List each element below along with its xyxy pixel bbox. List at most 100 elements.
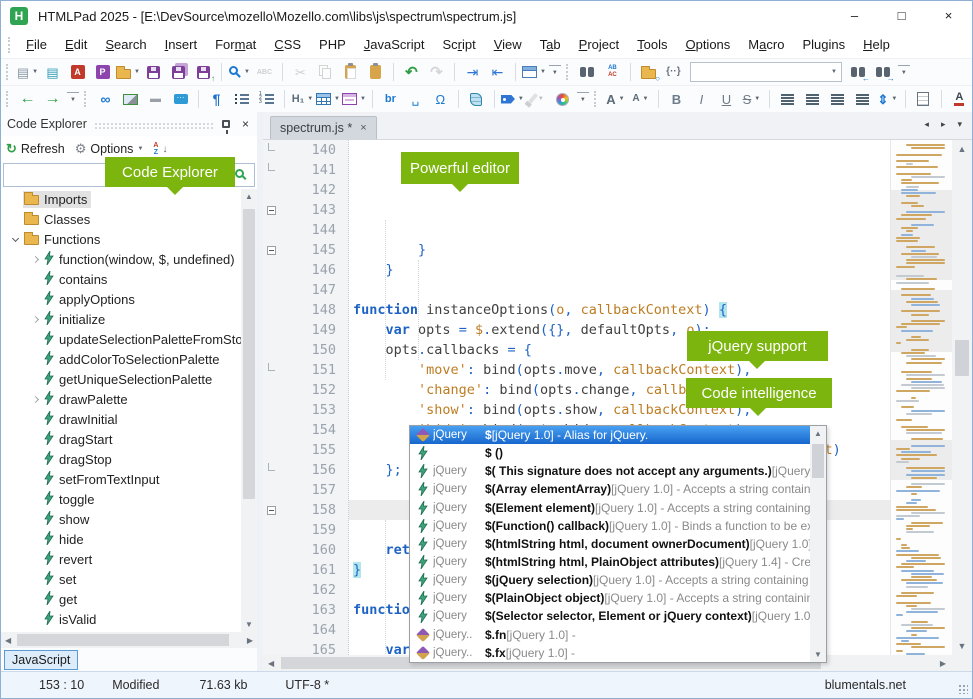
javascript-panel-tab[interactable]: JavaScript	[4, 650, 78, 670]
tree-item[interactable]: addColorToSelectionPalette	[1, 349, 241, 369]
toolbar-grip[interactable]	[6, 64, 11, 80]
tree-item[interactable]: set	[1, 569, 241, 589]
dropdown-arrow-icon[interactable]: ▼	[32, 69, 38, 75]
tree-item[interactable]: getUniqueSelectionPalette	[1, 369, 241, 389]
scroll-thumb[interactable]	[955, 340, 969, 376]
refresh-icon[interactable]: ↻	[6, 141, 17, 157]
navigate-back-button[interactable]: ←	[16, 88, 39, 110]
autocomplete-item[interactable]: jQuery..$.fx [jQuery 1.0] -	[410, 644, 810, 662]
dropdown-arrow-icon[interactable]: ▼	[244, 69, 250, 75]
menu-script[interactable]: Script	[433, 33, 484, 56]
code-snippets-button[interactable]: {··}	[662, 61, 685, 83]
new-web-document-button[interactable]: ▤	[41, 61, 64, 83]
tree-expander-icon[interactable]	[27, 317, 43, 322]
tree-item[interactable]: setFromTextInput	[1, 469, 241, 489]
heading-button[interactable]: H₁▼	[291, 88, 314, 110]
tree-item[interactable]: show	[1, 509, 241, 529]
tab-close-icon[interactable]: ×	[360, 122, 366, 134]
tree-item[interactable]: toggle	[1, 489, 241, 509]
toolbar-overflow-button[interactable]: ▼	[898, 65, 910, 79]
brand-link[interactable]: blumentals.net	[825, 678, 906, 692]
save-all-button[interactable]	[167, 61, 190, 83]
autocomplete-item[interactable]: jQuery$(Function() callback) [jQuery 1.0…	[410, 517, 810, 535]
refresh-button[interactable]: Refresh	[21, 142, 65, 156]
menu-edit[interactable]: Edit	[56, 33, 96, 56]
sort-az-icon[interactable]: AZ	[153, 142, 158, 156]
insert-hyperlink-button[interactable]: ∞	[94, 88, 117, 110]
open-file-button[interactable]: ▼	[116, 61, 140, 83]
menu-tab[interactable]: Tab	[531, 33, 570, 56]
editor-vertical-scrollbar[interactable]: ▲ ▼	[952, 140, 972, 655]
increase-indent-button[interactable]: ⇥	[461, 61, 484, 83]
underline-button[interactable]: U	[715, 88, 738, 110]
tree-item[interactable]: updateSelectionPaletteFromStorag	[1, 329, 241, 349]
replace-button[interactable]	[601, 61, 624, 83]
tree-item[interactable]: get	[1, 589, 241, 609]
spell-check-button[interactable]: ABC	[253, 61, 276, 83]
insert-horizontal-rule-button[interactable]: ▬	[144, 88, 167, 110]
fold-toggle-icon[interactable]	[263, 206, 279, 215]
panels-layout-button[interactable]: ▼	[522, 61, 546, 83]
scroll-up-arrow[interactable]: ▲	[241, 192, 257, 201]
autocomplete-item[interactable]: $ ()	[410, 444, 810, 462]
scroll-left-arrow[interactable]: ◀	[5, 636, 11, 645]
menu-css[interactable]: CSS	[265, 33, 310, 56]
align-left-button[interactable]	[776, 88, 799, 110]
cut-button[interactable]: ✂	[289, 61, 312, 83]
tree-item[interactable]: Functions	[1, 229, 241, 249]
tree-expander-icon[interactable]	[27, 397, 43, 402]
autocomplete-scrollbar[interactable]: ▲ ▼	[810, 426, 826, 662]
line-spacing-button[interactable]: ⇕▼	[876, 88, 899, 110]
numbered-list-button[interactable]	[255, 88, 278, 110]
autocomplete-item[interactable]: jQuery$( This signature does not accept …	[410, 462, 810, 480]
non-breaking-space-button[interactable]: ␣	[404, 88, 427, 110]
toolbar-overflow-button[interactable]: ▼	[67, 92, 79, 106]
tree-item[interactable]: drawInitial	[1, 409, 241, 429]
insert-form-button[interactable]: ▼	[342, 88, 366, 110]
dropdown-arrow-icon[interactable]: ▼	[307, 96, 313, 102]
menu-view[interactable]: View	[485, 33, 531, 56]
paste-as-text-button[interactable]	[364, 61, 387, 83]
panel-drag-texture[interactable]	[94, 122, 215, 129]
undo-button[interactable]: ↶	[400, 61, 423, 83]
tree-item[interactable]: Imports	[1, 189, 241, 209]
toolbar-grip[interactable]	[6, 91, 11, 107]
dropdown-arrow-icon[interactable]: ▼	[360, 96, 366, 102]
scroll-up-arrow[interactable]: ▲	[810, 429, 826, 438]
fold-toggle-icon[interactable]	[263, 246, 279, 255]
fold-toggle-icon[interactable]	[263, 506, 279, 515]
strikethrough-button[interactable]: S▼	[740, 88, 763, 110]
insert-tag-button[interactable]: ▼	[501, 88, 524, 110]
insert-table-button[interactable]: ▼	[316, 88, 340, 110]
autocomplete-item[interactable]: jQuery$(PlainObject object) [jQuery 1.0]…	[410, 589, 810, 607]
font-color-button[interactable]	[948, 88, 971, 110]
menu-file[interactable]: File	[17, 33, 56, 56]
tab-list-dropdown-icon[interactable]: ▾	[957, 119, 962, 130]
bullet-list-button[interactable]	[230, 88, 253, 110]
gear-icon[interactable]: ⚙	[75, 141, 87, 157]
align-center-button[interactable]	[801, 88, 824, 110]
pin-icon[interactable]	[222, 120, 230, 128]
menubar-grip[interactable]	[8, 37, 13, 53]
line-break-button[interactable]: br	[379, 88, 402, 110]
menu-plugins[interactable]: Plugins	[793, 33, 854, 56]
tree-horizontal-scrollbar[interactable]: ◀ ▶	[1, 632, 257, 648]
menu-help[interactable]: Help	[854, 33, 899, 56]
word-wrap-button[interactable]	[912, 88, 935, 110]
tree-item[interactable]: hide	[1, 529, 241, 549]
tree-item[interactable]: Classes	[1, 209, 241, 229]
maximize-button[interactable]: □	[878, 1, 925, 31]
combo-dropdown-arrow[interactable]: ▼	[827, 69, 841, 75]
new-php-document-button[interactable]: P	[91, 61, 114, 83]
tree-item[interactable]: function(window, $, undefined)	[1, 249, 241, 269]
dropdown-arrow-icon[interactable]: ▼	[891, 96, 897, 102]
find-previous-button[interactable]: ←	[847, 61, 870, 83]
save-and-upload-button[interactable]: ↑	[192, 61, 215, 83]
tree-item[interactable]: contains	[1, 269, 241, 289]
menu-javascript[interactable]: JavaScript	[355, 33, 434, 56]
decrease-indent-button[interactable]: ⇤	[486, 61, 509, 83]
scroll-right-arrow[interactable]: ▶	[940, 659, 946, 668]
navigate-forward-button[interactable]: →	[41, 88, 64, 110]
find-text-input[interactable]	[691, 64, 827, 80]
tree-item[interactable]: dragStop	[1, 449, 241, 469]
